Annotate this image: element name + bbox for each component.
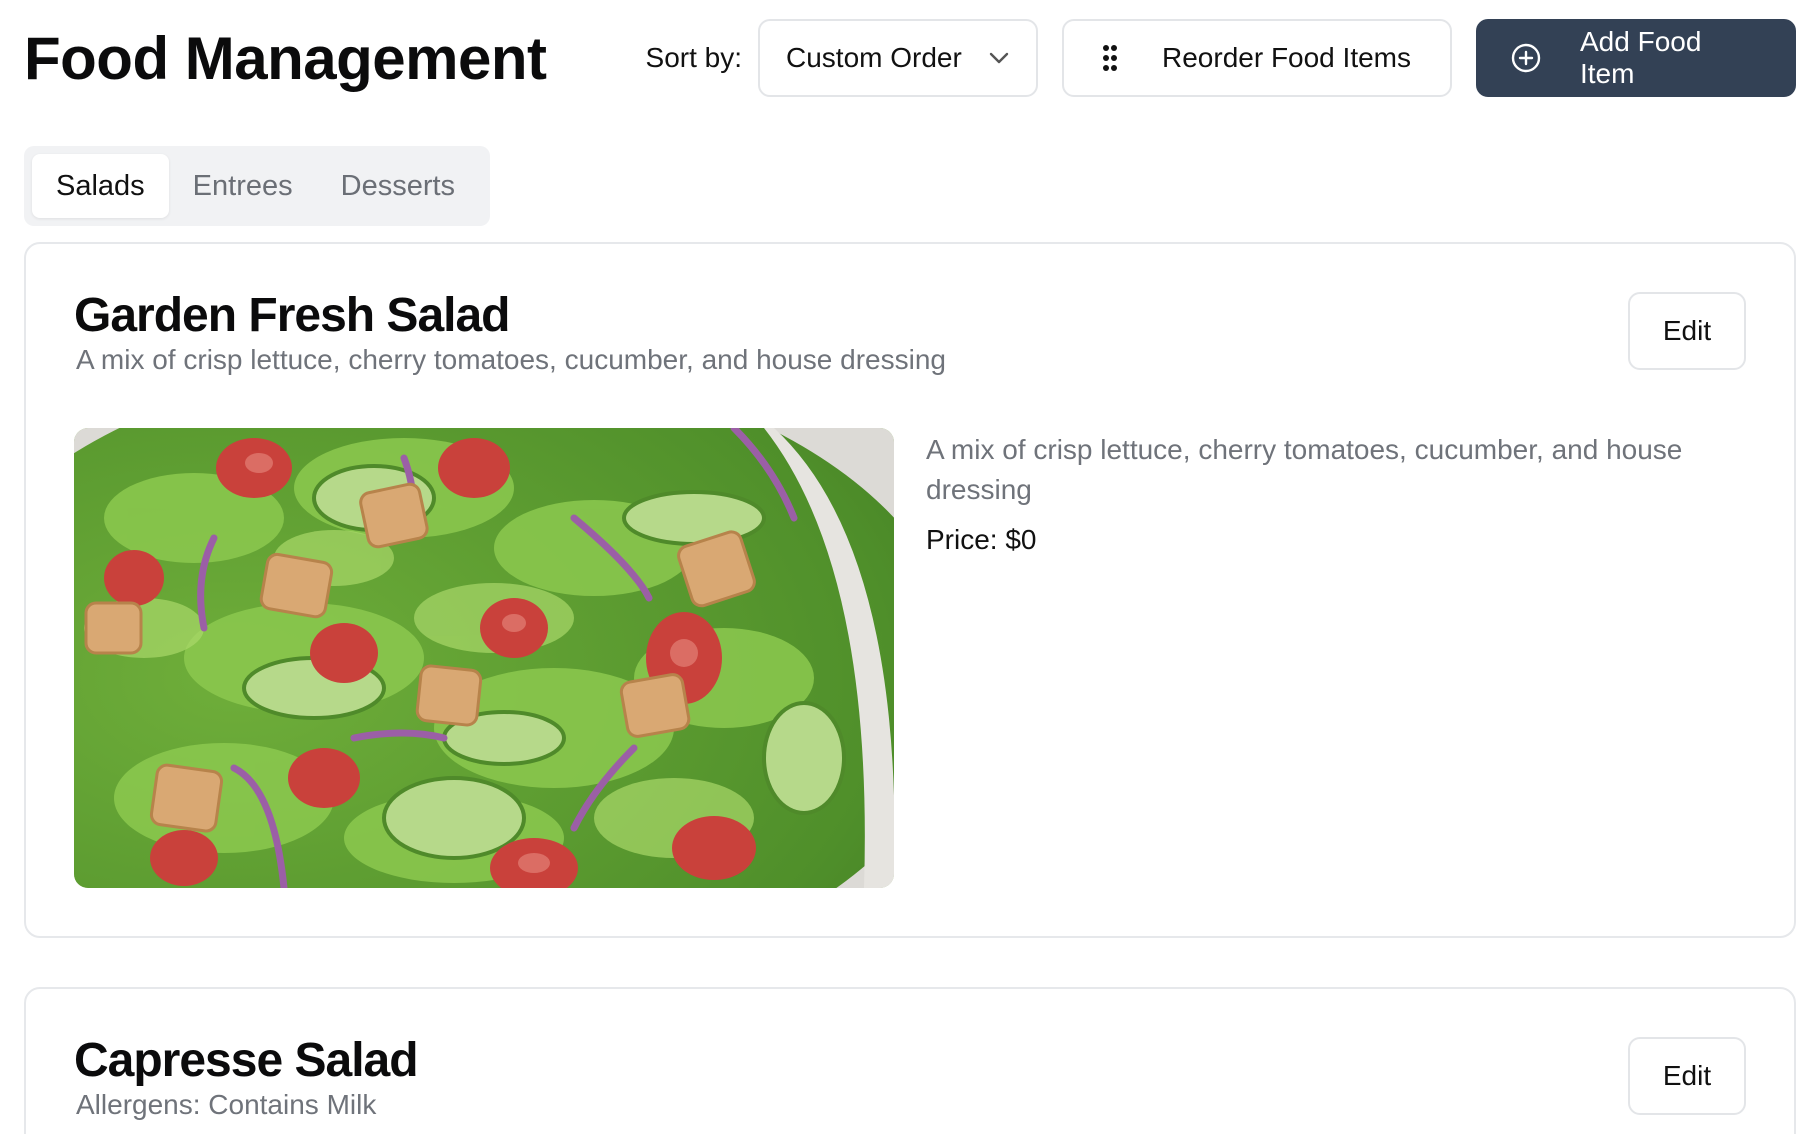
page-title: Food Management: [24, 24, 547, 92]
tab-desserts[interactable]: Desserts: [317, 154, 479, 218]
tab-salads[interactable]: Salads: [32, 154, 169, 218]
chevron-down-icon: [988, 51, 1010, 65]
reorder-food-items-button[interactable]: Reorder Food Items: [1062, 19, 1452, 97]
food-item-card: Capresse Salad Allergens: Contains Milk …: [24, 987, 1796, 1134]
food-item-card: Garden Fresh Salad A mix of crisp lettuc…: [24, 242, 1796, 938]
edit-button[interactable]: Edit: [1628, 1037, 1746, 1115]
add-food-item-button[interactable]: Add Food Item: [1476, 19, 1796, 97]
food-item-subtitle: A mix of crisp lettuce, cherry tomatoes,…: [76, 344, 946, 375]
header-controls: Sort by: Custom Order Reorder Food Items…: [646, 19, 1796, 97]
reorder-button-label: Reorder Food Items: [1162, 42, 1411, 73]
plus-circle-icon: [1510, 42, 1542, 74]
food-management-page: Food Management Sort by: Custom Order Re…: [0, 0, 1812, 1134]
tab-entrees[interactable]: Entrees: [169, 154, 317, 218]
food-item-allergens: Allergens: Contains Milk: [76, 1089, 377, 1120]
sort-select-value: Custom Order: [786, 42, 962, 73]
edit-button[interactable]: Edit: [1628, 292, 1746, 370]
sort-select[interactable]: Custom Order: [758, 19, 1038, 97]
add-button-label: Add Food Item: [1580, 26, 1702, 89]
drag-handle-icon: [1102, 44, 1118, 72]
food-item-description: A mix of crisp lettuce, cherry tomatoes,…: [926, 434, 1683, 505]
food-item-name: Capresse Salad: [74, 1034, 419, 1087]
food-item-image: [74, 428, 894, 888]
food-item-price: Price: $0: [926, 524, 1037, 555]
category-tabs: Salads Entrees Desserts: [24, 146, 490, 226]
food-item-name: Garden Fresh Salad: [74, 289, 510, 342]
page-header: Food Management Sort by: Custom Order Re…: [24, 18, 1796, 98]
sort-label: Sort by:: [645, 42, 742, 73]
